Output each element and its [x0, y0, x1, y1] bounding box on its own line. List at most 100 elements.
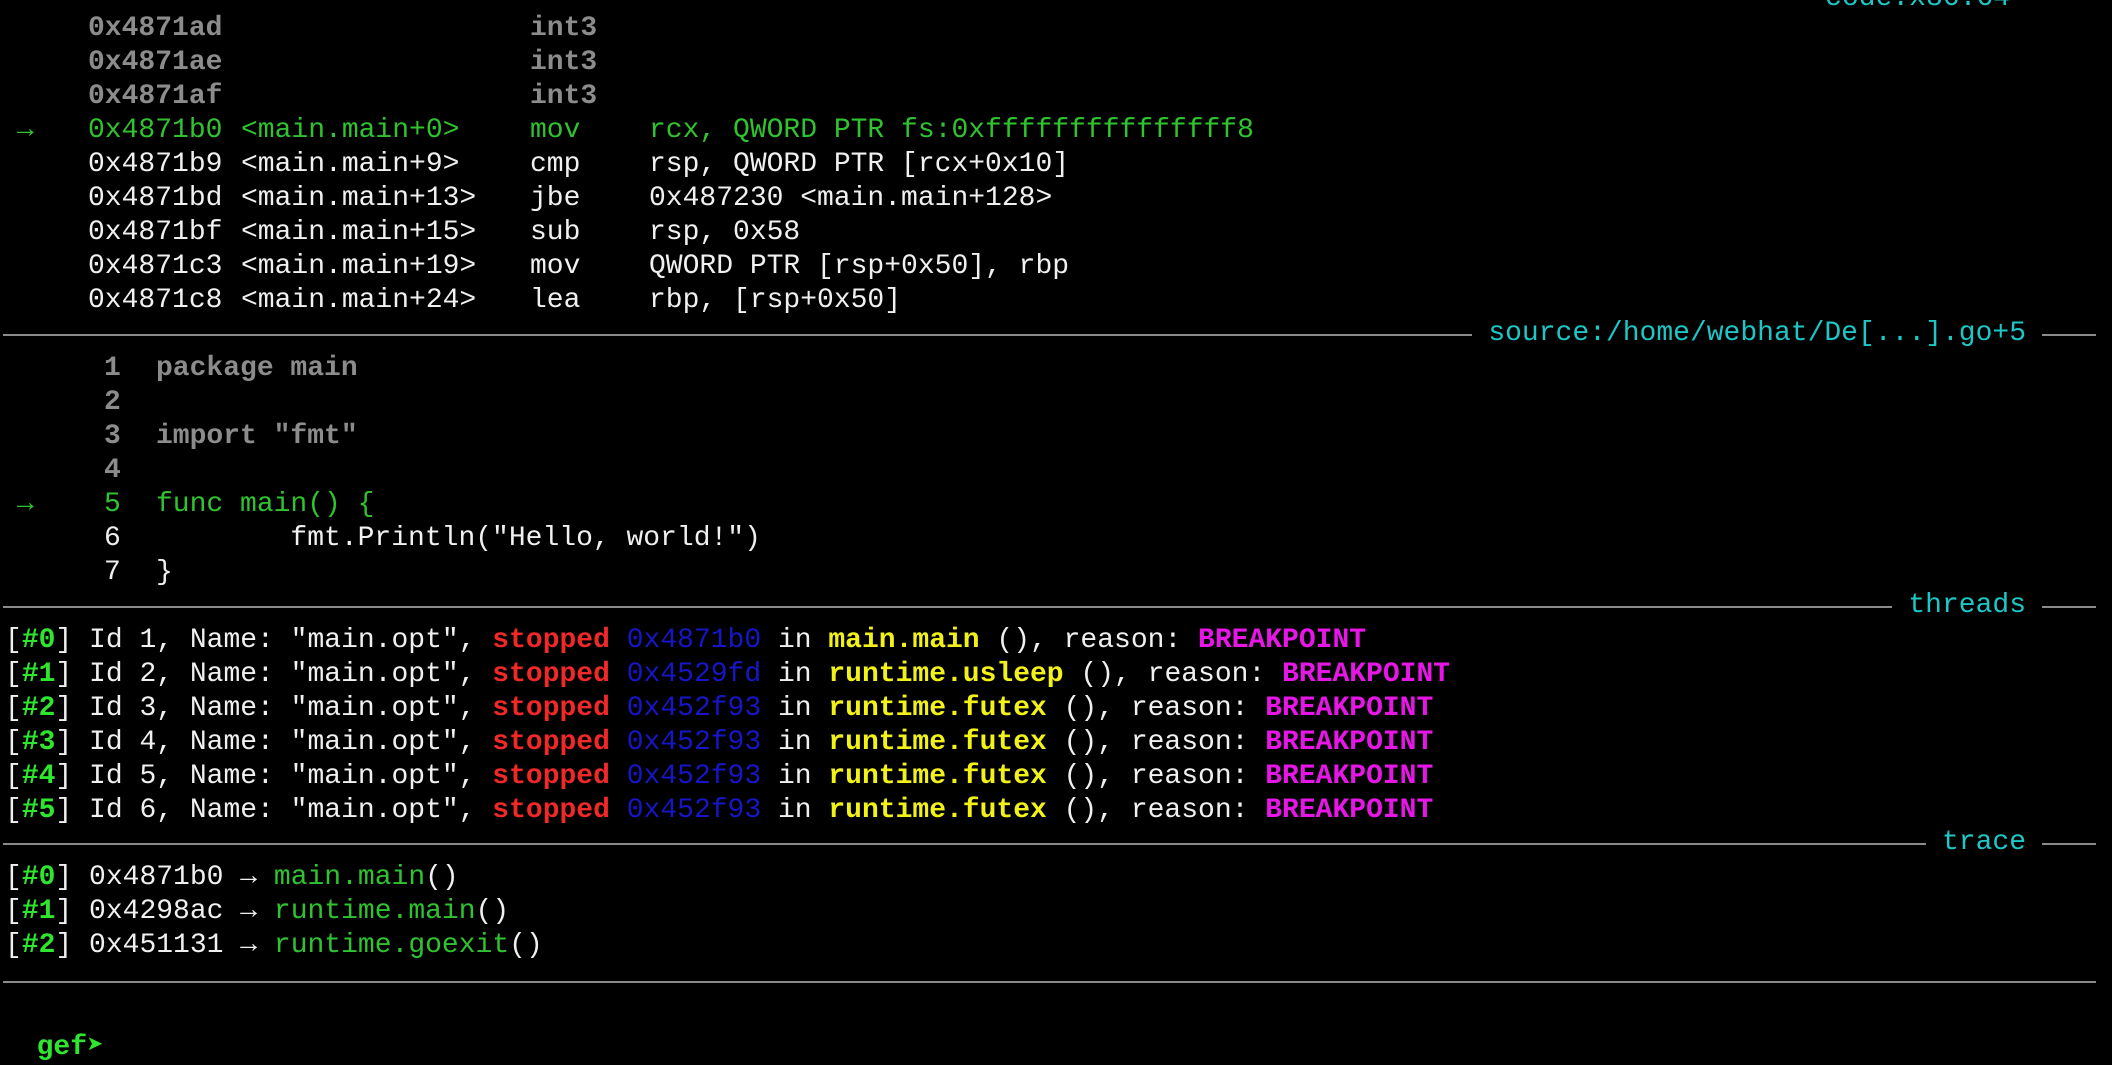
thread-row[interactable]: [#1] Id 2, Name: "main.opt", stopped 0x4…: [5, 658, 1450, 692]
thread-address: 0x452f93: [626, 761, 762, 792]
frame-address: 0x451131: [89, 930, 224, 961]
thread-id: Id 3, Name: "main.opt",: [89, 693, 493, 724]
bracket-close: ]: [55, 659, 90, 690]
thread-id: Id 1, Name: "main.opt",: [89, 625, 493, 656]
line-number: 3: [104, 421, 121, 452]
bracket-open: [: [5, 625, 22, 656]
source-code-text: fmt.Println("Hello, world!"): [156, 523, 761, 554]
frame-function: main.main: [273, 862, 426, 893]
source-line[interactable]: 6 fmt.Println("Hello, world!"): [0, 522, 2080, 556]
instruction-mnemonic: mov: [530, 115, 581, 146]
line-number: 4: [104, 455, 121, 486]
instruction-address: 0x4871c8: [88, 285, 223, 316]
code-line[interactable]: 0x4871c3 <main.main+19> mov QWORD PTR [rsp+…: [0, 250, 2080, 284]
thread-id: Id 6, Name: "main.opt",: [89, 795, 493, 826]
instruction-mnemonic: cmp: [530, 149, 581, 180]
frame-parens: (): [475, 896, 510, 927]
frame-function: runtime.goexit: [273, 930, 510, 961]
bracket-open: [: [5, 727, 22, 758]
thread-row[interactable]: [#4] Id 5, Name: "main.opt", stopped 0x4…: [5, 760, 1433, 794]
line-number: 1: [104, 353, 121, 384]
bracket-open: [: [5, 693, 22, 724]
thread-index: #5: [21, 795, 56, 826]
bracket-open: [: [5, 896, 22, 927]
thread-state: stopped: [492, 659, 610, 690]
prompt-separator: [3, 981, 2096, 983]
instruction-operands: rsp, 0x58: [649, 217, 801, 248]
bracket-open: [: [5, 862, 22, 893]
arrow-icon: →: [240, 896, 258, 927]
thread-address: 0x452f93: [626, 727, 762, 758]
thread-address: 0x452f93: [626, 795, 762, 826]
code-line[interactable]: 0x4871b9 <main.main+9> cmp rsp, QWORD PTR […: [0, 148, 2080, 182]
code-line[interactable]: 0x4871ad int3: [0, 12, 2080, 46]
thread-reason-prefix: (), reason:: [1046, 693, 1266, 724]
thread-row[interactable]: [#3] Id 4, Name: "main.opt", stopped 0x4…: [5, 726, 1433, 760]
thread-reason-prefix: (), reason:: [1046, 795, 1266, 826]
thread-row[interactable]: [#5] Id 6, Name: "main.opt", stopped 0x4…: [5, 794, 1433, 828]
instruction-operands: rcx, QWORD PTR fs:0xfffffffffffffff8: [649, 115, 1254, 146]
instruction-address: 0x4871af: [88, 81, 223, 112]
source-line[interactable]: 1 package main: [0, 352, 2080, 386]
thread-reason-prefix: (), reason:: [1046, 727, 1266, 758]
code-line[interactable]: 0x4871ae int3: [0, 46, 2080, 80]
thread-reason: BREAKPOINT: [1265, 795, 1434, 826]
instruction-symbol: <main.main+19>: [241, 251, 477, 282]
source-code-text: package main: [156, 353, 358, 384]
arrow-icon: →: [240, 862, 258, 893]
code-line[interactable]: 0x4871bd <main.main+13> jbe 0x487230 <main.…: [0, 182, 2080, 216]
thread-row[interactable]: [#2] Id 3, Name: "main.opt", stopped 0x4…: [5, 692, 1433, 726]
code-line[interactable]: 0x4871af int3: [0, 80, 2080, 114]
threads-section-label: threads: [1892, 589, 2042, 623]
thread-address: 0x4529fd: [626, 659, 762, 690]
frame-index: #1: [21, 896, 56, 927]
thread-function: main.main: [828, 625, 980, 656]
thread-reason: BREAKPOINT: [1265, 727, 1434, 758]
code-line[interactable]: 0x4871bf <main.main+15> sub rsp, 0x58: [0, 216, 2080, 250]
bracket-close: ]: [55, 930, 90, 961]
code-line[interactable]: → 0x4871b0 <main.main+0> mov rcx, QWORD PTR …: [0, 114, 2080, 148]
source-line[interactable]: → 5 func main() {: [0, 488, 2080, 522]
source-line[interactable]: 7}: [0, 556, 2080, 590]
bracket-open: [: [5, 795, 22, 826]
source-line[interactable]: 4: [0, 454, 2080, 488]
instruction-symbol: <main.main+9>: [241, 149, 460, 180]
trace-row[interactable]: [#0] 0x4871b0 → main.main(): [5, 861, 459, 895]
thread-reason-prefix: (), reason:: [1046, 761, 1266, 792]
source-line[interactable]: 2: [0, 386, 2080, 420]
trace-row[interactable]: [#2] 0x451131 → runtime.goexit(): [5, 929, 543, 963]
frame-parens: (): [509, 930, 543, 961]
thread-index: #1: [21, 659, 56, 690]
bracket-open: [: [5, 761, 22, 792]
code-line[interactable]: 0x4871c8 <main.main+24> lea rbp, [rsp+0x50]: [0, 284, 2080, 318]
trace-row[interactable]: [#1] 0x4298ac → runtime.main(): [5, 895, 509, 929]
source-code-text: func main() {: [156, 489, 375, 520]
instruction-symbol: <main.main+0>: [241, 115, 460, 146]
frame-address: 0x4871b0: [89, 862, 224, 893]
thread-in: in: [761, 625, 829, 656]
bracket-close: ]: [55, 693, 90, 724]
thread-index: #0: [21, 625, 56, 656]
instruction-mnemonic: mov: [530, 251, 581, 282]
command-prompt[interactable]: gef➤: [3, 997, 121, 1063]
line-number: 5: [104, 489, 121, 520]
thread-function: runtime.futex: [828, 761, 1047, 792]
frame-parens: (): [425, 862, 459, 893]
bracket-close: ]: [55, 625, 90, 656]
thread-reason-prefix: (), reason:: [979, 625, 1199, 656]
thread-function: runtime.futex: [828, 727, 1047, 758]
thread-index: #2: [21, 693, 56, 724]
thread-row[interactable]: [#0] Id 1, Name: "main.opt", stopped 0x4…: [5, 624, 1366, 658]
trace-separator: [3, 843, 2096, 845]
source-line[interactable]: 3 import "fmt": [0, 420, 2080, 454]
line-number: 2: [104, 387, 121, 418]
